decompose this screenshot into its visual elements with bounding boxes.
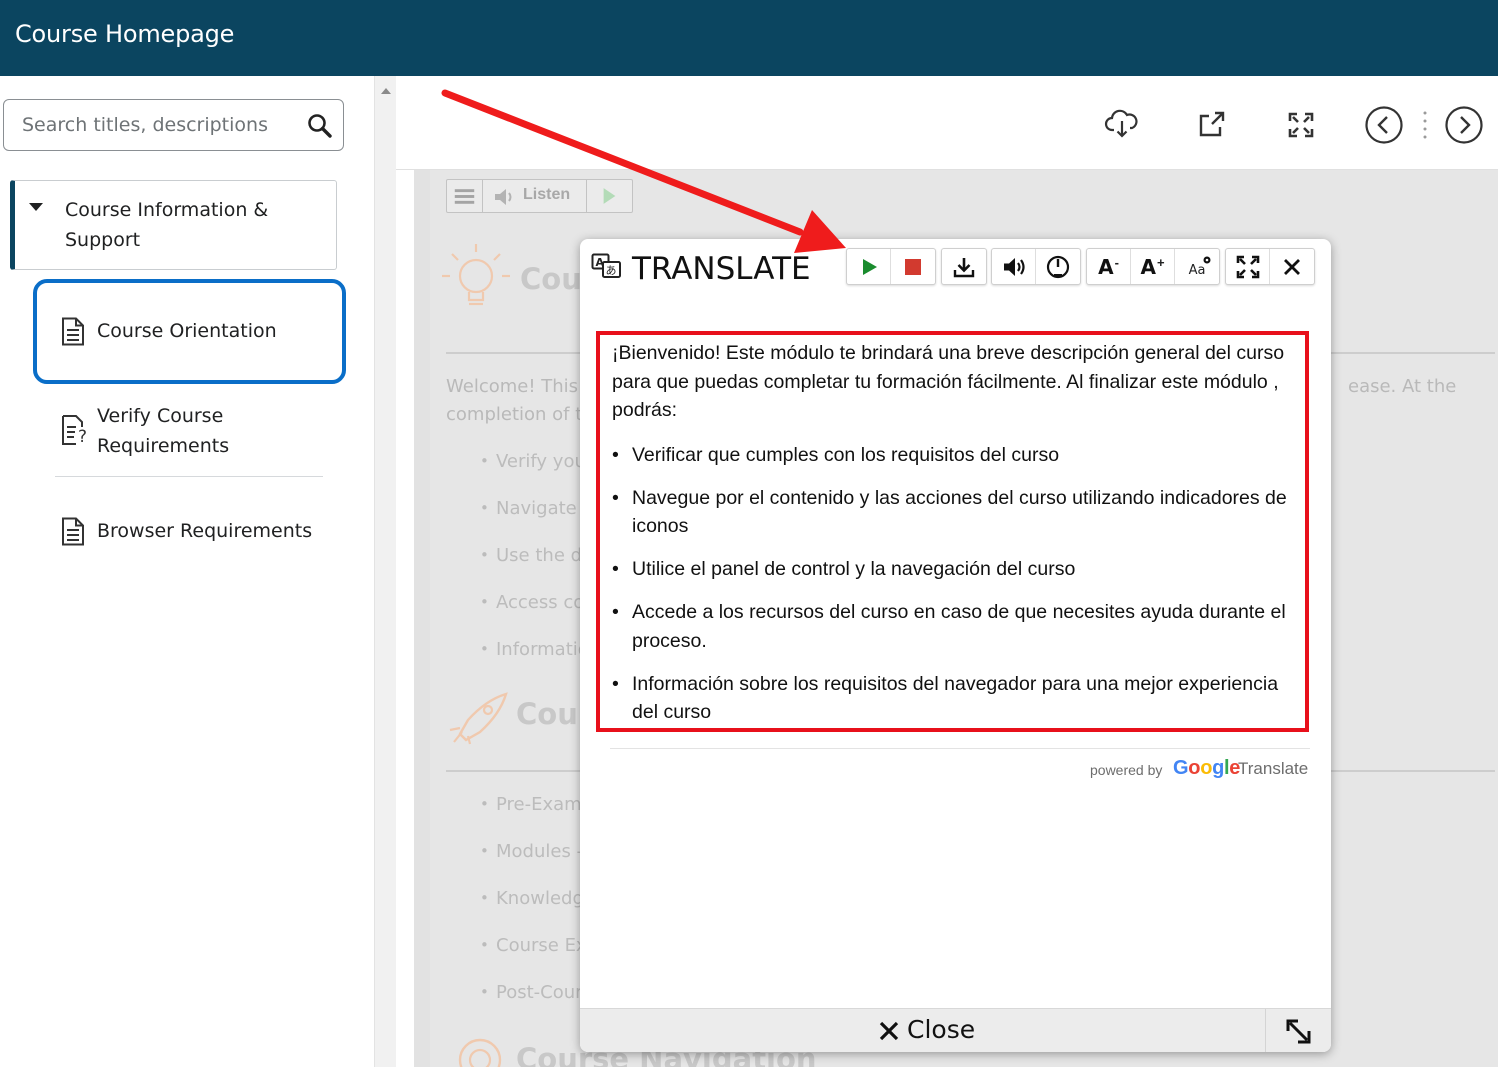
svg-text:?: ?: [78, 427, 87, 446]
translate-label: Translate: [1238, 759, 1309, 778]
close-x-icon: [879, 1021, 899, 1041]
toc-item-label: Browser Requirements: [97, 520, 313, 542]
content-toolbar: [396, 76, 1498, 170]
font-decrease-label: A: [1098, 254, 1114, 279]
search-box[interactable]: [3, 99, 344, 151]
volume-icon: [1003, 257, 1025, 276]
close-icon: [1284, 258, 1300, 275]
powered-by-label: powered by: [1090, 762, 1163, 778]
translate-title: TRANSLATE: [632, 251, 811, 287]
toc-item-verify-course-requirements[interactable]: ? Verify Course Requirements: [55, 401, 325, 461]
play-icon: [862, 258, 877, 275]
play-button[interactable]: [847, 249, 891, 284]
translation-item: Utilice el panel de control y la navegac…: [612, 555, 1308, 584]
next-icon[interactable]: [1444, 105, 1484, 145]
app-root: Course Homepage Course Information & Sup…: [0, 0, 1498, 1067]
translation-intro: ¡Bienvenido! Este módulo te brindará una…: [612, 342, 1285, 422]
speaker-icon: [495, 189, 512, 205]
sidebar-scrollbar[interactable]: [374, 76, 396, 1067]
resize-icon: [1286, 1019, 1311, 1044]
translation-item: Accede a los recursos del curso en caso …: [612, 598, 1308, 655]
document-icon: [62, 517, 84, 546]
stop-button[interactable]: [891, 249, 935, 284]
rocket-icon: [449, 692, 508, 745]
resize-handle[interactable]: [1265, 1009, 1331, 1052]
translation-list: Verificar que cumples con los requisitos…: [612, 441, 1308, 741]
cloud-download-icon[interactable]: [1102, 105, 1142, 145]
font-controls: A- A + Aa: [1086, 248, 1220, 285]
font-increase-button[interactable]: A +: [1131, 249, 1175, 284]
translate-dialog: A あ TRANSLATE A - A + Aa ¡Bienvenido! Es…: [580, 239, 1331, 1052]
close-dialog-button[interactable]: [1270, 249, 1314, 284]
svg-text:あ: あ: [606, 264, 617, 277]
top-bar: Course Homepage: [0, 0, 1498, 76]
search-icon[interactable]: [306, 112, 334, 140]
download-controls: [941, 248, 987, 285]
translate-icon: A あ: [591, 253, 621, 278]
font-decrease-button[interactable]: A-: [1087, 249, 1131, 284]
translation-item: Información sobre los requisitos del nav…: [612, 670, 1308, 727]
toc-item-label: Verify Course Requirements: [97, 405, 230, 457]
search-input[interactable]: [22, 110, 292, 140]
close-label: Close: [907, 1015, 976, 1044]
powered-by-google-translate: powered by Google Translate: [1090, 757, 1312, 782]
navigation-icon: [458, 1038, 502, 1067]
scroll-up-icon[interactable]: [381, 88, 391, 94]
checklist-question-icon: ?: [62, 415, 87, 446]
module-label: Course Information & Support: [65, 199, 269, 251]
translation-text: ¡Bienvenido! Este módulo te brindará una…: [596, 331, 1309, 732]
playback-controls: [846, 248, 936, 285]
previous-icon[interactable]: [1364, 105, 1404, 145]
stop-icon: [905, 258, 921, 275]
close-button[interactable]: Close: [850, 1009, 1000, 1052]
window-controls: [1225, 248, 1315, 285]
toc-item-label: Course Orientation: [97, 320, 277, 342]
dotted-separator: [1423, 111, 1427, 139]
page-paragraph-line: ease. At the: [1348, 376, 1457, 397]
lightbulb-icon: [442, 244, 510, 306]
audio-controls: [991, 248, 1081, 285]
sidebar: Course Information & Support Course Orie…: [0, 76, 374, 1067]
speed-button[interactable]: [1036, 249, 1080, 284]
fullscreen-button[interactable]: [1226, 249, 1270, 284]
speed-gauge-icon: [1046, 255, 1070, 278]
translation-item: Navegue por el contenido y las acciones …: [612, 484, 1308, 541]
listen-label[interactable]: Listen: [523, 186, 570, 204]
page-title: Course Homepage: [15, 20, 235, 48]
font-style-button[interactable]: Aa: [1175, 249, 1219, 284]
section-heading: Cou: [520, 262, 582, 296]
dialog-divider: [610, 748, 1310, 749]
play-icon[interactable]: [586, 180, 632, 212]
translation-item: Verificar que cumples con los requisitos…: [612, 441, 1308, 470]
document-icon: [62, 317, 84, 346]
google-logo: Google: [1173, 757, 1241, 779]
font-style-label: Aa: [1188, 263, 1206, 278]
caret-down-icon[interactable]: [29, 203, 43, 211]
settings-gear-icon: [1203, 256, 1211, 264]
menu-icon[interactable]: [447, 180, 483, 212]
fullscreen-icon: [1236, 255, 1259, 278]
listen-toolbar[interactable]: Listen: [446, 179, 633, 213]
download-icon: [953, 257, 975, 277]
dialog-footer: Close: [580, 1008, 1331, 1052]
open-new-window-icon[interactable]: [1192, 105, 1232, 145]
toc-item-browser-requirements[interactable]: Browser Requirements: [55, 516, 325, 546]
module-course-information[interactable]: Course Information & Support: [10, 180, 337, 270]
font-increase-label: A: [1140, 254, 1156, 279]
toc-divider: [55, 476, 323, 477]
volume-button[interactable]: [992, 249, 1036, 284]
download-button[interactable]: [942, 249, 986, 284]
fullscreen-icon[interactable]: [1281, 105, 1321, 145]
toc-item-course-orientation[interactable]: Course Orientation: [55, 316, 325, 346]
